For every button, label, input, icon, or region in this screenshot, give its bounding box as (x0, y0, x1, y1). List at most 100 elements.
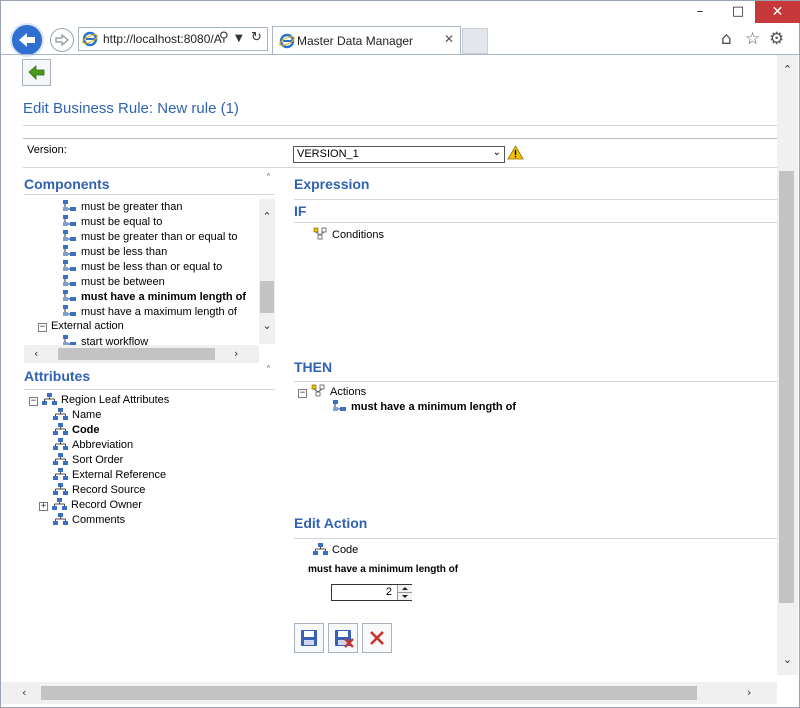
tree-item-rule[interactable]: must be between (62, 274, 246, 289)
search-icon[interactable]: ⚲ (219, 30, 229, 45)
page-horizontal-scrollbar[interactable]: ‹ › (1, 682, 777, 704)
tree-item-label: must be greater than or equal to (81, 231, 238, 243)
cancel-x-icon (370, 631, 384, 645)
edit-action-attribute: Code (313, 543, 358, 558)
save-button[interactable] (294, 623, 324, 653)
rule-component-icon (63, 290, 76, 301)
scrollbar-thumb[interactable] (58, 348, 215, 360)
rule-component-icon (63, 245, 76, 256)
tree-group-external-action[interactable]: − External action (38, 319, 124, 334)
version-select[interactable]: VERSION_1 ⌄ (293, 146, 505, 163)
tree-item-rule[interactable]: must be equal to (62, 214, 246, 229)
collapse-toggle-icon[interactable]: − (29, 397, 38, 406)
tree-item-label: Record Source (72, 484, 146, 496)
rule-component-icon (63, 215, 76, 226)
page-title: Edit Business Rule: New rule (1) (23, 100, 239, 117)
tab-title: Master Data Manager (297, 34, 414, 48)
hierarchy-icon (53, 453, 68, 465)
tree-item-attribute[interactable]: Record Source (29, 483, 275, 498)
scroll-right-icon[interactable]: › (234, 347, 238, 360)
tree-item-label: Comments (72, 514, 126, 526)
expression-heading: Expression (294, 176, 370, 192)
then-label: THEN (294, 359, 333, 375)
scrollbar-thumb[interactable] (260, 281, 274, 313)
scrollbar-thumb[interactable] (779, 171, 794, 603)
if-label: IF (294, 203, 307, 219)
actions-icon (311, 384, 325, 397)
collapse-caret-icon[interactable]: ˄ (266, 173, 271, 184)
tree-item-attribute[interactable]: External Reference (29, 468, 275, 483)
tree-group-region-leaf-attributes[interactable]: − Region Leaf Attributes (29, 393, 275, 408)
tree-item-attribute[interactable]: Sort Order (29, 453, 275, 468)
page-vertical-scrollbar[interactable]: ⌃ ⌄ (777, 55, 798, 675)
tree-item-rule[interactable]: must be greater than or equal to (62, 229, 246, 244)
browser-back-button[interactable] (10, 23, 44, 57)
tab-close-icon[interactable]: ✕ (444, 32, 454, 46)
scroll-left-icon[interactable]: ‹ (34, 347, 38, 360)
cancel-button[interactable] (362, 623, 392, 653)
hierarchy-icon (53, 408, 68, 420)
page-back-button[interactable] (22, 59, 51, 86)
edit-action-heading: Edit Action (294, 515, 368, 531)
actions-node[interactable]: − Actions (298, 384, 366, 399)
tree-item-rule[interactable]: must have a minimum length of (62, 289, 246, 304)
save-and-close-button[interactable] (328, 623, 358, 653)
rule-component-icon (63, 305, 76, 316)
tree-item-label: Code (72, 424, 100, 436)
browser-tab[interactable]: Master Data Manager ✕ (272, 26, 461, 54)
stepper-up-icon[interactable] (398, 585, 412, 592)
attribute-label: Code (332, 544, 359, 556)
arrow-right-icon (55, 33, 69, 47)
tree-item-attribute[interactable]: Abbreviation (29, 438, 275, 453)
browser-forward-button[interactable] (50, 28, 74, 52)
action-item[interactable]: must have a minimum length of (332, 399, 516, 414)
conditions-label: Conditions (332, 229, 384, 241)
stepper-down-icon[interactable] (398, 593, 412, 600)
home-icon[interactable]: ⌂ (721, 29, 732, 49)
green-back-arrow-icon (28, 65, 45, 80)
close-window-icon[interactable]: ✕ (755, 1, 800, 23)
components-horizontal-scrollbar[interactable]: ‹ › (24, 345, 259, 363)
tree-item-label: must be less than (81, 246, 168, 258)
refresh-icon[interactable]: ↻ (251, 30, 262, 45)
divider (24, 194, 275, 195)
divider (294, 538, 777, 539)
divider (23, 167, 777, 168)
scroll-right-icon[interactable]: › (747, 686, 751, 699)
scroll-down-icon[interactable]: ⌄ (777, 653, 798, 666)
dropdown-caret-icon[interactable]: ▼ (235, 33, 243, 44)
settings-gear-icon[interactable]: ⚙ (769, 29, 784, 49)
collapse-caret-icon[interactable]: ˄ (266, 365, 271, 376)
tree-item-attribute[interactable]: Code (29, 423, 275, 438)
expand-toggle-icon[interactable]: + (39, 502, 48, 511)
tree-item-rule[interactable]: must be less than (62, 244, 246, 259)
scroll-down-icon[interactable]: ⌄ (259, 319, 275, 332)
conditions-node[interactable]: Conditions (313, 227, 384, 242)
collapse-toggle-icon[interactable]: − (298, 389, 307, 398)
length-stepper[interactable]: 2 (331, 584, 412, 601)
tree-item-label: must be between (81, 276, 165, 288)
conditions-icon (313, 227, 327, 240)
tree-item-rule[interactable]: must have a maximum length of (62, 304, 246, 319)
action-item-label: must have a minimum length of (351, 401, 517, 413)
tree-item-attribute[interactable]: + Record Owner (29, 498, 275, 513)
maximize-icon[interactable]: □ (723, 1, 753, 23)
tree-item-rule[interactable]: must be less than or equal to (62, 259, 246, 274)
scroll-up-icon[interactable]: ⌃ (777, 63, 798, 76)
tree-item-rule[interactable]: must be greater than (62, 199, 246, 214)
rule-component-icon (63, 230, 76, 241)
scroll-up-icon[interactable]: ⌃ (259, 210, 275, 223)
collapse-toggle-icon[interactable]: − (38, 323, 47, 332)
divider (23, 125, 777, 126)
tree-item-attribute[interactable]: Comments (29, 513, 275, 528)
scrollbar-thumb[interactable] (41, 686, 697, 700)
favorites-star-icon[interactable]: ☆ (745, 29, 760, 49)
new-tab-button[interactable] (462, 28, 488, 54)
minimize-icon[interactable]: – (685, 1, 715, 23)
tree-group-label: Region Leaf Attributes (61, 394, 170, 406)
components-vertical-scrollbar[interactable]: ⌃ ⌄ (259, 199, 275, 344)
address-bar[interactable]: http://localhost:8080/A ⚲ ▼ ↻ (78, 27, 268, 51)
warning-icon (507, 145, 524, 160)
tree-item-attribute[interactable]: Name (29, 408, 275, 423)
scroll-left-icon[interactable]: ‹ (22, 686, 26, 699)
